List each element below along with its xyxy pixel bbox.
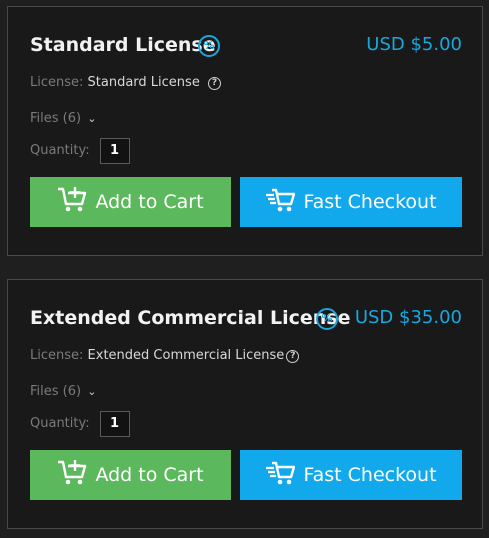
license-value: Standard License	[87, 75, 200, 90]
chevron-down-icon: ⌄	[87, 385, 97, 398]
fast-checkout-button[interactable]: Fast Checkout	[240, 177, 462, 227]
fast-checkout-label: Fast Checkout	[303, 191, 437, 213]
license-label: License:	[30, 75, 84, 90]
title-row: Extended Commercial License % USD $35.00	[30, 306, 462, 332]
license-card-standard: Standard License % USD $5.00 License: St…	[7, 6, 483, 256]
files-label: Files (6)	[30, 384, 82, 399]
cart-plus-icon	[58, 460, 87, 485]
quantity-input[interactable]: 1	[100, 138, 130, 164]
license-title: Standard License	[30, 34, 216, 56]
help-icon[interactable]: ?	[286, 350, 300, 363]
fast-checkout-label: Fast Checkout	[303, 464, 437, 486]
files-toggle[interactable]: Files (6) ⌄	[30, 384, 96, 399]
add-to-cart-label: Add to Cart	[95, 191, 204, 213]
quantity-label: Quantity:	[30, 416, 90, 431]
add-to-cart-label: Add to Cart	[95, 464, 204, 486]
files-label: Files (6)	[30, 111, 82, 126]
quantity-input[interactable]: 1	[100, 411, 130, 437]
license-price: USD $5.00	[366, 34, 462, 55]
license-row: License: Extended Commercial License?	[30, 348, 300, 363]
help-icon[interactable]: ?	[207, 77, 221, 90]
percent-circle-icon[interactable]: %	[316, 308, 338, 330]
cart-plus-icon	[58, 187, 87, 212]
files-toggle[interactable]: Files (6) ⌄	[30, 111, 96, 126]
add-to-cart-button[interactable]: Add to Cart	[30, 177, 231, 227]
fast-cart-icon	[266, 188, 296, 212]
license-card-extended: Extended Commercial License % USD $35.00…	[7, 279, 483, 529]
title-row: Standard License % USD $5.00	[30, 33, 462, 59]
chevron-down-icon: ⌄	[87, 112, 97, 125]
percent-circle-icon[interactable]: %	[198, 35, 220, 57]
license-row: License: Standard License ?	[30, 75, 221, 90]
quantity-label: Quantity:	[30, 143, 90, 158]
fast-checkout-button[interactable]: Fast Checkout	[240, 450, 462, 500]
license-value: Extended Commercial License	[87, 348, 285, 363]
license-title: Extended Commercial License	[30, 307, 351, 329]
license-label: License:	[30, 348, 84, 363]
add-to-cart-button[interactable]: Add to Cart	[30, 450, 231, 500]
fast-cart-icon	[266, 461, 296, 485]
license-price: USD $35.00	[354, 307, 462, 328]
